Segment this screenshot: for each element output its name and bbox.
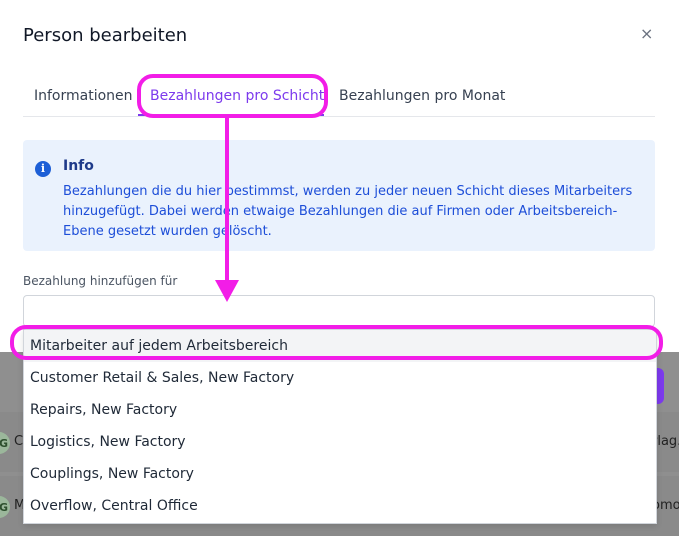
tab-bar: Informationen Bezahlungen pro Schicht Be… <box>23 80 655 117</box>
payment-for-dropdown: Mitarbeiter auf jedem Arbeitsbereich Cus… <box>23 329 657 524</box>
annotation-arrow-line <box>225 117 229 285</box>
tab-bezahlungen-pro-monat[interactable]: Bezahlungen pro Monat <box>339 88 505 104</box>
modal-title: Person bearbeiten <box>23 25 188 46</box>
avatar: G <box>0 432 10 454</box>
info-title: Info <box>63 158 94 174</box>
tab-bezahlungen-pro-schicht[interactable]: Bezahlungen pro Schicht <box>150 88 324 104</box>
payment-for-select[interactable] <box>23 295 655 327</box>
payment-for-label: Bezahlung hinzufügen für <box>23 274 178 288</box>
dropdown-option[interactable]: Customer Retail & Sales, New Factory <box>24 362 656 394</box>
dropdown-option[interactable]: Overflow, Central Office <box>24 490 656 522</box>
dropdown-option[interactable]: Logistics, New Factory <box>24 426 656 458</box>
dropdown-option-all-workareas[interactable]: Mitarbeiter auf jedem Arbeitsbereich <box>24 330 656 362</box>
info-box: i Info Bezahlungen die du hier bestimmst… <box>23 140 655 251</box>
close-icon[interactable]: × <box>640 24 653 43</box>
dropdown-option[interactable]: Repairs, New Factory <box>24 394 656 426</box>
dropdown-option[interactable]: Couplings, New Factory <box>24 458 656 490</box>
background-row-text: C <box>14 434 24 449</box>
info-icon: i <box>35 161 51 177</box>
edit-person-modal: Person bearbeiten × Informationen Bezahl… <box>0 0 679 352</box>
avatar: G <box>0 496 10 518</box>
active-tab-indicator <box>138 114 324 116</box>
info-text: Bezahlungen die du hier bestimmst, werde… <box>63 184 633 239</box>
annotation-arrow-head <box>215 280 239 302</box>
tab-informationen[interactable]: Informationen <box>34 88 133 104</box>
